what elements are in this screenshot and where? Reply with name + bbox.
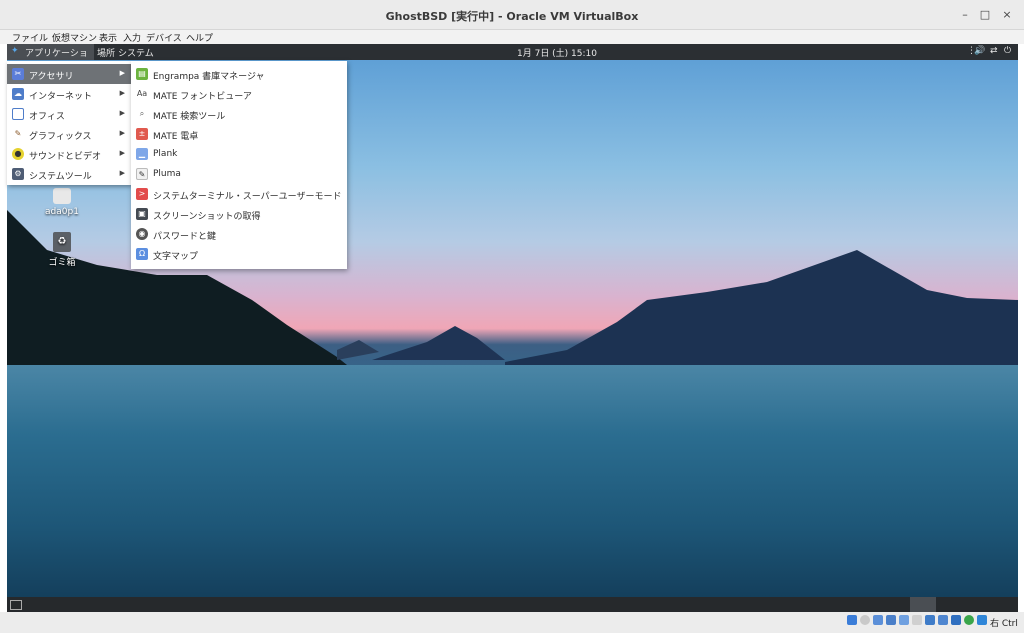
menu-devices[interactable]: デバイス: [146, 31, 182, 44]
desktop-icon-label: ada0p1: [45, 207, 79, 217]
power-icon[interactable]: ⏻: [1004, 46, 1011, 56]
applications-menu: ✂ アクセサリ ▶ ☁ インターネット ▶ オフィス ▶ ✎ グラフィックス ▶…: [7, 61, 131, 185]
submenu-arrow-icon: ▶: [119, 129, 125, 137]
menu-input[interactable]: 入力: [123, 31, 141, 44]
vbox-menubar: ファイル 仮想マシン 表示 入力 デバイス ヘルプ: [0, 30, 1024, 44]
menu-item-passwords-keys[interactable]: ◉ パスワードと鍵: [131, 224, 347, 244]
menu-item-system-tools[interactable]: ⚙ システムツール ▶: [7, 164, 131, 184]
workspace-switcher[interactable]: [910, 597, 936, 612]
audio-icon[interactable]: [873, 615, 883, 625]
pencil-icon: ✎: [14, 129, 22, 138]
text-editor-icon: ✎: [136, 168, 148, 180]
menu-machine[interactable]: 仮想マシン: [52, 31, 97, 44]
menu-item-plank[interactable]: ▁ Plank: [131, 144, 347, 164]
terminal-icon: >: [136, 188, 148, 200]
vbox-statusbar: 右 Ctrl: [0, 612, 1024, 633]
trash-icon: ♻: [53, 232, 71, 252]
submenu-arrow-icon: ▶: [119, 69, 125, 77]
charmap-icon: Ω: [136, 248, 148, 260]
minimize-button[interactable]: –: [956, 6, 974, 24]
mouse-integration-icon[interactable]: [977, 615, 987, 625]
document-icon: [12, 108, 24, 120]
cloud-icon: ☁: [12, 88, 24, 100]
applications-menu-button[interactable]: ✦ アプリケーション: [7, 44, 94, 72]
submenu-arrow-icon: ▶: [119, 149, 125, 157]
menu-item-pluma[interactable]: ✎ Pluma: [131, 164, 347, 184]
menu-view[interactable]: 表示: [99, 31, 117, 44]
menu-file[interactable]: ファイル: [12, 31, 48, 44]
optical-drive-icon[interactable]: [860, 615, 870, 625]
desktop-icon-trash[interactable]: ♻ ゴミ箱: [42, 232, 82, 268]
calculator-icon: ±: [136, 128, 148, 140]
drive-icon: [53, 188, 71, 204]
clock[interactable]: 1月 7日 (土) 15:10: [517, 46, 597, 59]
submenu-arrow-icon: ▶: [119, 89, 125, 97]
usb-icon[interactable]: [899, 615, 909, 625]
places-menu[interactable]: 場所: [97, 46, 115, 59]
menu-item-screenshot[interactable]: ▣ スクリーンショットの取得: [131, 204, 347, 224]
guest-additions-icon[interactable]: [964, 615, 974, 625]
submenu-arrow-icon: ▶: [119, 169, 125, 177]
recording-icon[interactable]: [938, 615, 948, 625]
window-title: GhostBSD [実行中] - Oracle VM VirtualBox: [385, 10, 639, 23]
menu-item-search-tool[interactable]: ⌕ MATE 検索ツール: [131, 104, 347, 124]
display-icon[interactable]: [925, 615, 935, 625]
menu-item-internet[interactable]: ☁ インターネット ▶: [7, 84, 131, 104]
close-button[interactable]: ×: [998, 6, 1016, 24]
volume-icon[interactable]: 🔊: [974, 46, 985, 56]
keyring-icon: ◉: [136, 228, 148, 240]
show-desktop-icon[interactable]: [10, 600, 22, 610]
gear-icon: ⚙: [12, 168, 24, 180]
menu-help[interactable]: ヘルプ: [186, 31, 213, 44]
accessories-icon: ✂: [12, 68, 24, 80]
window-titlebar: GhostBSD [実行中] - Oracle VM VirtualBox – …: [0, 0, 1024, 30]
submenu-arrow-icon: ▶: [119, 109, 125, 117]
hard-disk-icon[interactable]: [847, 615, 857, 625]
menu-item-calculator[interactable]: ± MATE 電卓: [131, 124, 347, 144]
speaker-icon: ●: [12, 148, 24, 160]
network-adapter-icon[interactable]: [886, 615, 896, 625]
font-icon: Aa: [136, 89, 148, 98]
search-icon: ⌕: [139, 109, 145, 118]
menu-item-charmap[interactable]: Ω 文字マップ: [131, 244, 347, 264]
menu-item-engrampa[interactable]: ▤ Engrampa 書庫マネージャ: [131, 64, 347, 84]
lake: [7, 365, 1018, 597]
system-menu[interactable]: システム: [118, 46, 154, 59]
dock-icon: ▁: [136, 148, 148, 160]
shared-folders-icon[interactable]: [912, 615, 922, 625]
desktop-icon-drive[interactable]: ada0p1: [42, 188, 82, 217]
network-icon[interactable]: ⇄: [990, 46, 998, 56]
menu-item-accessories[interactable]: ✂ アクセサリ ▶: [7, 64, 131, 84]
menu-item-sound-video[interactable]: ● サウンドとビデオ ▶: [7, 144, 131, 164]
ghostbsd-logo-icon: ✦: [11, 46, 19, 56]
cpu-icon[interactable]: [951, 615, 961, 625]
host-key-label: 右 Ctrl: [990, 619, 1018, 629]
accessories-submenu: ▤ Engrampa 書庫マネージャ Aa MATE フォントビューア ⌕ MA…: [131, 61, 347, 269]
mate-bottom-panel: [7, 597, 1018, 612]
menu-item-graphics[interactable]: ✎ グラフィックス ▶: [7, 124, 131, 144]
menu-item-root-terminal[interactable]: > システムターミナル・スーパーユーザーモード: [131, 184, 347, 204]
archive-icon: ▤: [136, 68, 148, 80]
desktop-icon-label: ゴミ箱: [48, 258, 76, 268]
menu-item-font-viewer[interactable]: Aa MATE フォントビューア: [131, 84, 347, 104]
screenshot-icon: ▣: [136, 208, 148, 220]
mate-top-panel: ✦ アプリケーション 場所 システム 1月 7日 (土) 15:10 ⋮ 🔊 ⇄…: [7, 44, 1018, 72]
maximize-button[interactable]: □: [976, 6, 994, 24]
menu-item-office[interactable]: オフィス ▶: [7, 104, 131, 124]
